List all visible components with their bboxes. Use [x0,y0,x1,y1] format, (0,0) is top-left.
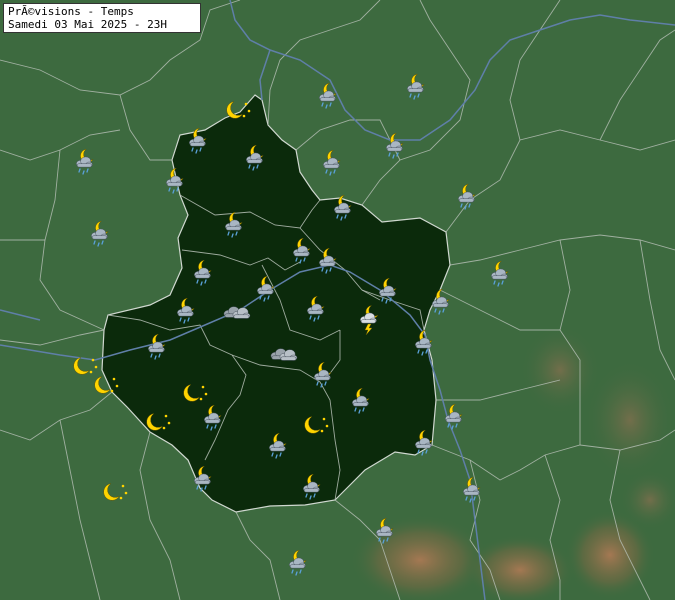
weather-map [0,0,675,600]
title-line-2: Samedi 03 Mai 2025 - 23H [8,18,167,31]
title-box: PrÃ©visions - Temps Samedi 03 Mai 2025 -… [3,3,201,33]
title-line-1: PrÃ©visions - Temps [8,5,134,18]
